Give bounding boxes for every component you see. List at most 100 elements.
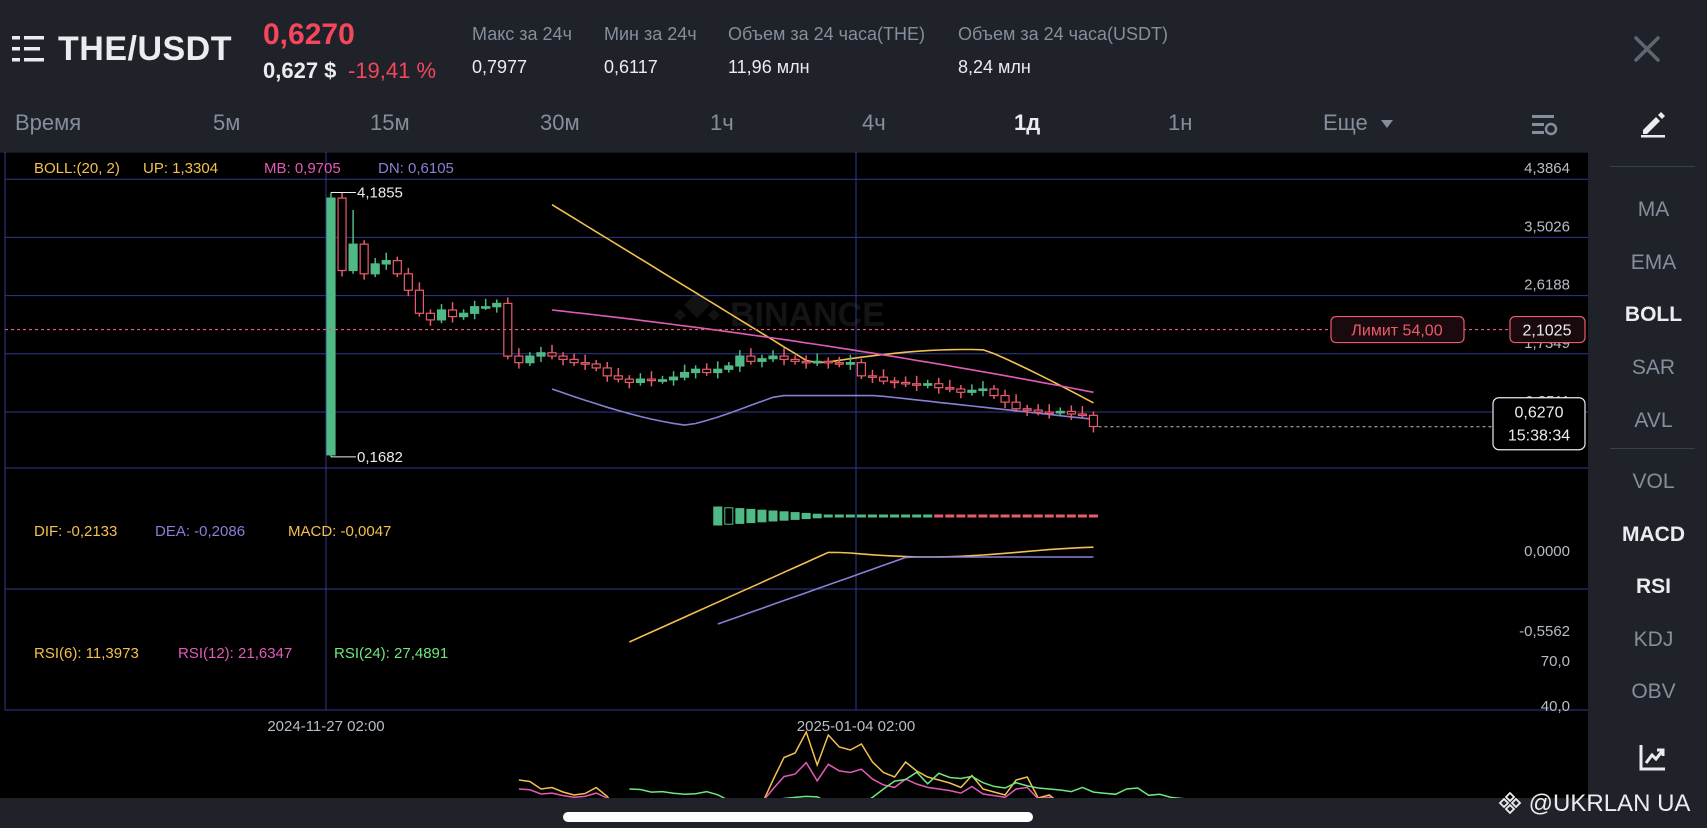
candle-bear — [359, 243, 369, 275]
candle-bear — [414, 289, 424, 314]
sidebar-separator — [1610, 166, 1695, 167]
macd-histogram-bar — [1000, 514, 1010, 518]
macd-histogram-bar — [945, 514, 955, 518]
rsi24-label: RSI(24): 27,4891 — [334, 645, 448, 662]
macd-histogram-bar — [1011, 514, 1021, 518]
indicator-chart-icon[interactable] — [1638, 742, 1668, 772]
candle-bear — [1044, 411, 1054, 415]
brand-watermark: @UKRLAN UA — [1498, 790, 1690, 818]
rsi-axis-label: 40,0 — [1541, 698, 1570, 715]
sidebar-item-ma[interactable]: MA — [1600, 198, 1707, 222]
candlestick-chart[interactable]: BINANCE 4,38643,50262,61881,73490,851120… — [0, 151, 1588, 828]
macd-histogram-bar — [978, 514, 988, 518]
pen-icon[interactable] — [1638, 108, 1668, 138]
candle-bear — [790, 358, 800, 362]
macd-histogram-bar — [757, 509, 767, 523]
stat-high-24h: Макс за 24ч 0,7977 — [472, 24, 572, 77]
candle-bear — [912, 383, 922, 386]
trading-pair[interactable]: THE/USDT — [58, 30, 232, 69]
candle-bull — [635, 378, 646, 384]
time-axis-label: 2025-01-04 02:00 — [797, 718, 915, 735]
candle-bear — [1066, 410, 1076, 415]
tab-1h[interactable]: 1ч — [710, 110, 734, 136]
candle-bear — [580, 362, 590, 365]
menu-icon[interactable] — [12, 34, 44, 64]
macd-histogram-bar — [1066, 514, 1076, 518]
candle-bear — [613, 375, 623, 380]
macd-histogram-bar — [823, 514, 833, 518]
tab-30m[interactable]: 30м — [540, 110, 580, 136]
macd-histogram-bar — [1044, 514, 1054, 518]
macd-histogram-bar — [801, 512, 811, 520]
macd-histogram-bar — [724, 507, 734, 525]
candle-bull — [536, 352, 546, 357]
chart-settings-icon[interactable] — [1530, 112, 1558, 138]
candle-bear — [646, 378, 657, 382]
candle-bull — [459, 312, 469, 318]
price-axis-label: 2,6188 — [1524, 277, 1570, 294]
sidebar-item-boll[interactable]: BOLL — [1600, 303, 1707, 327]
sidebar-item-avl[interactable]: AVL — [1600, 409, 1707, 433]
candle-bear — [1011, 401, 1021, 410]
sidebar-item-macd[interactable]: MACD — [1600, 523, 1707, 547]
limit-order-label: Лимит 54,00 — [1351, 323, 1442, 340]
tab-1d[interactable]: 1д — [1014, 110, 1040, 136]
macd-histogram-bar — [912, 514, 922, 518]
candle-bear — [746, 355, 756, 362]
tab-4h[interactable]: 4ч — [862, 110, 886, 136]
close-icon[interactable] — [1630, 32, 1664, 66]
tab-1w[interactable]: 1н — [1168, 110, 1192, 136]
candle-bull — [381, 260, 391, 265]
price-change: -19,41 % — [348, 58, 437, 83]
candle-bear — [801, 360, 811, 364]
candle-bull — [668, 376, 679, 381]
candle-bear — [624, 378, 634, 384]
macd-histogram-bar — [1033, 514, 1043, 518]
candle-bear — [779, 355, 789, 360]
sidebar-item-obv[interactable]: OBV — [1600, 680, 1707, 702]
macd-dea-line — [717, 556, 1094, 625]
macd-axis-label: -0,5562 — [1519, 623, 1570, 640]
tab-time[interactable]: Время — [15, 110, 81, 136]
rsi24-line — [629, 771, 1205, 807]
candle-bear — [889, 380, 900, 384]
candle-bull — [370, 263, 380, 275]
tab-more[interactable]: Еще — [1323, 110, 1394, 136]
candle-bear — [591, 363, 601, 369]
candle-bear — [447, 309, 458, 318]
macd-histogram-bar — [1077, 514, 1087, 518]
sidebar-item-vol[interactable]: VOL — [1600, 470, 1707, 494]
sidebar-item-sar[interactable]: SAR — [1600, 356, 1707, 380]
last-price-label: 0,6270 — [1515, 405, 1564, 422]
sidebar-item-kdj[interactable]: KDJ — [1600, 628, 1707, 652]
home-indicator[interactable] — [563, 812, 1033, 822]
candle-bear — [569, 358, 579, 364]
sidebar-item-rsi[interactable]: RSI — [1600, 575, 1707, 599]
candle-bull — [326, 197, 336, 456]
sidebar-item-ema[interactable]: EMA — [1600, 251, 1707, 275]
sidebar-separator — [1610, 448, 1695, 449]
macd-histogram-bar — [856, 514, 866, 518]
candle-bull — [691, 368, 701, 374]
candle-bull — [923, 383, 933, 386]
candle-bear — [878, 376, 889, 382]
tab-15m[interactable]: 15м — [370, 110, 410, 136]
indicator-sidebar: MA EMA BOLL SAR AVL VOL MACD RSI KDJ OBV — [1600, 100, 1707, 800]
candle-bull — [436, 309, 447, 321]
macd-value-label: MACD: -0,0047 — [288, 523, 391, 540]
candle-bear — [1088, 414, 1099, 428]
candle-bull — [724, 365, 734, 370]
dropdown-triangle-icon — [1380, 120, 1393, 129]
chart-area[interactable]: BINANCE 4,38643,50262,61881,73490,851120… — [0, 151, 1588, 828]
macd-histogram-bar — [746, 508, 756, 524]
macd-histogram-bar — [1055, 514, 1065, 518]
candle-bull — [657, 379, 668, 382]
macd-dea-label: DEA: -0,2086 — [155, 523, 245, 540]
high-marker-label: 4,1855 — [357, 184, 403, 201]
macd-histogram-bar — [845, 514, 855, 518]
macd-dif-label: DIF: -0,2133 — [34, 523, 117, 540]
tab-5m[interactable]: 5м — [213, 110, 240, 136]
stat-volume-usdt: Объем за 24 часа(USDT) 8,24 млн — [958, 24, 1169, 77]
candle-bull — [492, 302, 502, 308]
candle-bear — [403, 273, 413, 291]
